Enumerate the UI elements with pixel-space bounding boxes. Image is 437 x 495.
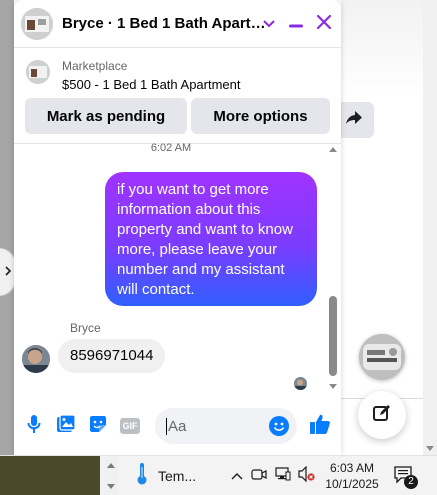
sticker-icon — [88, 414, 108, 439]
chevron-up-icon — [231, 467, 243, 485]
weather-label: Tem... — [158, 468, 197, 484]
outgoing-message[interactable]: if you want to get more information abou… — [105, 172, 317, 306]
close-button[interactable] — [312, 12, 336, 36]
chat-window: Bryce · 1 Bed 1 Bath Apart… Marketplace — [14, 0, 341, 455]
close-icon — [316, 14, 332, 34]
chat-header: Bryce · 1 Bed 1 Bath Apart… — [14, 0, 341, 48]
mark-as-pending-button[interactable]: Mark as pending — [25, 98, 187, 134]
listing-thumbnail — [26, 60, 50, 84]
sticker-button[interactable] — [86, 414, 110, 438]
more-options-button[interactable]: More options — [191, 98, 330, 134]
marketplace-listing[interactable]: Marketplace $500 - 1 Bed 1 Bath Apartmen… — [14, 52, 341, 96]
chevron-down-icon — [263, 15, 275, 33]
windows-taskbar: Tem... 6:03 AM 10/1/2025 2 — [0, 455, 437, 495]
background-page-left — [0, 0, 14, 455]
minimize-icon — [289, 15, 303, 33]
show-hidden-icons-button[interactable] — [229, 468, 245, 484]
conversation-title[interactable]: Bryce · 1 Bed 1 Bath Apart… — [62, 15, 266, 32]
gif-button[interactable]: GIF — [118, 414, 142, 438]
sender-name: Bryce — [70, 321, 101, 335]
background-page-header — [341, 0, 423, 100]
seen-indicator-avatar — [294, 377, 307, 390]
network-button[interactable] — [275, 466, 291, 486]
listing-title: $500 - 1 Bed 1 Bath Apartment — [62, 77, 241, 92]
gif-icon: GIF — [120, 418, 140, 434]
clock-time: 6:03 AM — [329, 461, 375, 475]
taskbar-scrollbar[interactable] — [104, 456, 118, 495]
photo-icon — [56, 413, 76, 439]
scroll-up-arrow[interactable] — [107, 463, 115, 468]
incoming-message[interactable]: 8596971044 — [58, 339, 166, 373]
emoji-icon — [269, 422, 289, 440]
share-icon — [346, 110, 362, 130]
marketplace-label: Marketplace — [62, 59, 128, 73]
voice-clip-button[interactable] — [22, 414, 46, 438]
minimize-button[interactable] — [284, 12, 308, 36]
thermometer-icon — [136, 462, 148, 491]
thumbs-up-icon — [309, 413, 331, 440]
scroll-down-arrow[interactable] — [329, 384, 337, 389]
meet-now-button[interactable] — [251, 468, 267, 484]
page-scrollbar[interactable] — [423, 0, 437, 455]
volume-muted-icon — [298, 465, 316, 487]
send-like-button[interactable] — [308, 414, 332, 438]
sender-avatar[interactable] — [22, 345, 50, 373]
scroll-down-arrow[interactable] — [426, 446, 434, 451]
attach-photo-button[interactable] — [54, 413, 78, 439]
text-caret — [166, 418, 167, 435]
message-timestamp: 6:02 AM — [150, 142, 192, 154]
notification-badge: 2 — [404, 475, 418, 489]
chevron-right-icon — [5, 263, 12, 281]
conversation-options-button[interactable] — [257, 12, 281, 36]
network-icon — [275, 466, 291, 486]
scroll-up-arrow[interactable] — [329, 147, 337, 152]
message-composer: GIF Aa — [14, 402, 341, 450]
scroll-down-arrow[interactable] — [107, 484, 115, 489]
notification-center-button[interactable]: 2 — [394, 466, 418, 489]
emoji-button[interactable] — [269, 416, 289, 436]
system-clock[interactable]: 6:03 AM 10/1/2025 — [320, 460, 384, 492]
messages-scrollbar[interactable] — [328, 143, 338, 391]
meet-now-icon — [251, 467, 267, 486]
chat-head-avatar[interactable] — [359, 334, 405, 380]
clock-date: 10/1/2025 — [325, 477, 379, 491]
new-message-button[interactable] — [358, 391, 406, 439]
taskbar-app-area — [0, 456, 100, 495]
weather-widget[interactable]: Tem... — [136, 462, 197, 491]
conversation-avatar[interactable] — [21, 8, 53, 40]
message-input-placeholder: Aa — [168, 418, 187, 435]
compose-icon — [372, 403, 392, 428]
scrollbar-thumb[interactable] — [329, 296, 337, 376]
message-input[interactable]: Aa — [155, 408, 297, 444]
volume-button[interactable] — [298, 465, 316, 487]
microphone-icon — [27, 414, 41, 439]
